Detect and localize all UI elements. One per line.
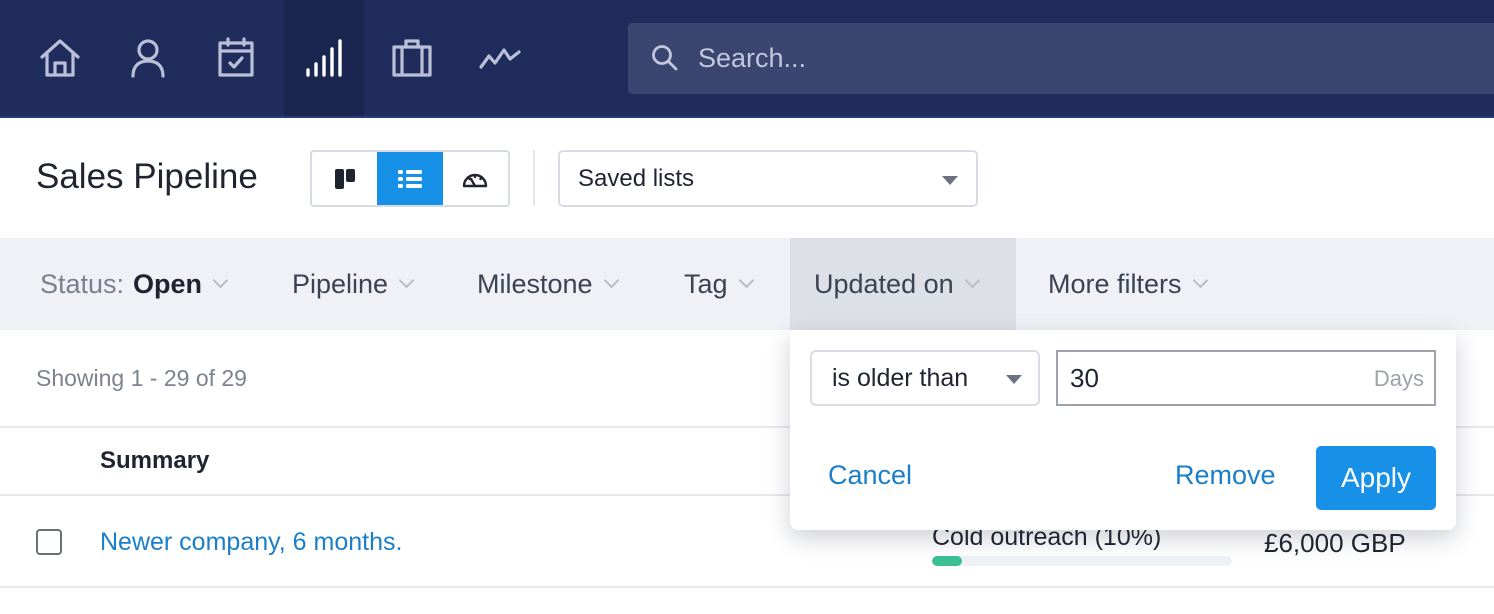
filter-status-value: Open (133, 268, 203, 299)
column-header-summary[interactable]: Summary (100, 447, 209, 475)
chevron-down-icon (398, 272, 415, 288)
list-view-button[interactable] (377, 152, 443, 205)
header-divider (533, 150, 535, 206)
dashboard-gauge-icon (463, 173, 488, 187)
milestone-progress (932, 556, 1232, 566)
remove-button[interactable]: Remove (1175, 460, 1276, 491)
saved-lists-label: Saved lists (578, 164, 695, 192)
opportunity-value: £6,000 GBP (1264, 528, 1406, 558)
activity-icon (479, 48, 521, 69)
filter-updated-on-label: Updated on (814, 268, 954, 299)
chevron-down-icon (738, 272, 754, 288)
days-input[interactable] (1058, 352, 1358, 404)
caret-down-icon (942, 176, 958, 185)
nav-cases[interactable] (372, 0, 452, 116)
signal-bars-icon (306, 39, 342, 77)
days-unit-label: Days (1373, 366, 1424, 391)
filter-tag[interactable]: Tag (684, 238, 754, 330)
apply-button[interactable]: Apply (1316, 446, 1436, 510)
opportunity-link[interactable]: Newer company, 6 months. (100, 528, 402, 557)
filter-milestone-label: Milestone (477, 268, 593, 299)
page-title: Sales Pipeline (36, 157, 258, 196)
filter-more[interactable]: More filters (1048, 238, 1208, 330)
chevron-down-icon (1192, 272, 1208, 288)
filter-updated-on[interactable]: Updated on (790, 238, 1016, 330)
cancel-button[interactable]: Cancel (828, 460, 912, 491)
filter-status[interactable]: Status: Open (40, 238, 229, 330)
updated-on-filter-popover: is older than Days Cancel Remove Apply (790, 330, 1456, 530)
chevron-down-icon (603, 272, 619, 288)
filter-status-label: Status: (40, 268, 125, 299)
filter-more-label: More filters (1048, 268, 1182, 299)
board-view-icon (334, 168, 355, 189)
nav-sales[interactable] (284, 0, 364, 116)
nav-home[interactable] (20, 0, 100, 116)
search-bar[interactable] (628, 23, 1494, 94)
filter-milestone[interactable]: Milestone (477, 238, 619, 330)
days-field[interactable]: Days (1056, 350, 1436, 406)
nav-people[interactable] (108, 0, 188, 116)
operator-value: is older than (832, 363, 969, 392)
filter-pipeline-label: Pipeline (292, 268, 389, 299)
nav-tasks[interactable] (196, 0, 276, 116)
operator-select[interactable]: is older than (810, 350, 1040, 406)
row-checkbox[interactable] (36, 529, 62, 555)
search-icon (652, 45, 678, 71)
top-nav (0, 0, 1494, 118)
search-input[interactable] (698, 33, 1478, 83)
board-view-button[interactable] (312, 152, 377, 205)
divider (0, 586, 1494, 588)
calendar-check-icon (218, 37, 254, 77)
view-toggle (310, 150, 510, 207)
home-icon (40, 39, 80, 77)
dashboard-view-button[interactable] (443, 152, 508, 205)
milestone-progress-fill (932, 556, 962, 566)
filter-bar: Status: Open Pipeline Milestone Tag Upda… (0, 238, 1494, 330)
saved-lists-dropdown[interactable]: Saved lists (558, 150, 978, 207)
nav-reports[interactable] (460, 0, 540, 116)
person-icon (131, 39, 165, 78)
caret-down-icon (1006, 375, 1022, 384)
list-view-icon (397, 169, 422, 188)
chevron-down-icon (964, 272, 980, 288)
chevron-down-icon (212, 272, 229, 288)
filter-tag-label: Tag (684, 268, 728, 299)
filter-pipeline[interactable]: Pipeline (292, 238, 415, 330)
results-count: Showing 1 - 29 of 29 (36, 365, 247, 391)
briefcase-icon (392, 39, 432, 77)
